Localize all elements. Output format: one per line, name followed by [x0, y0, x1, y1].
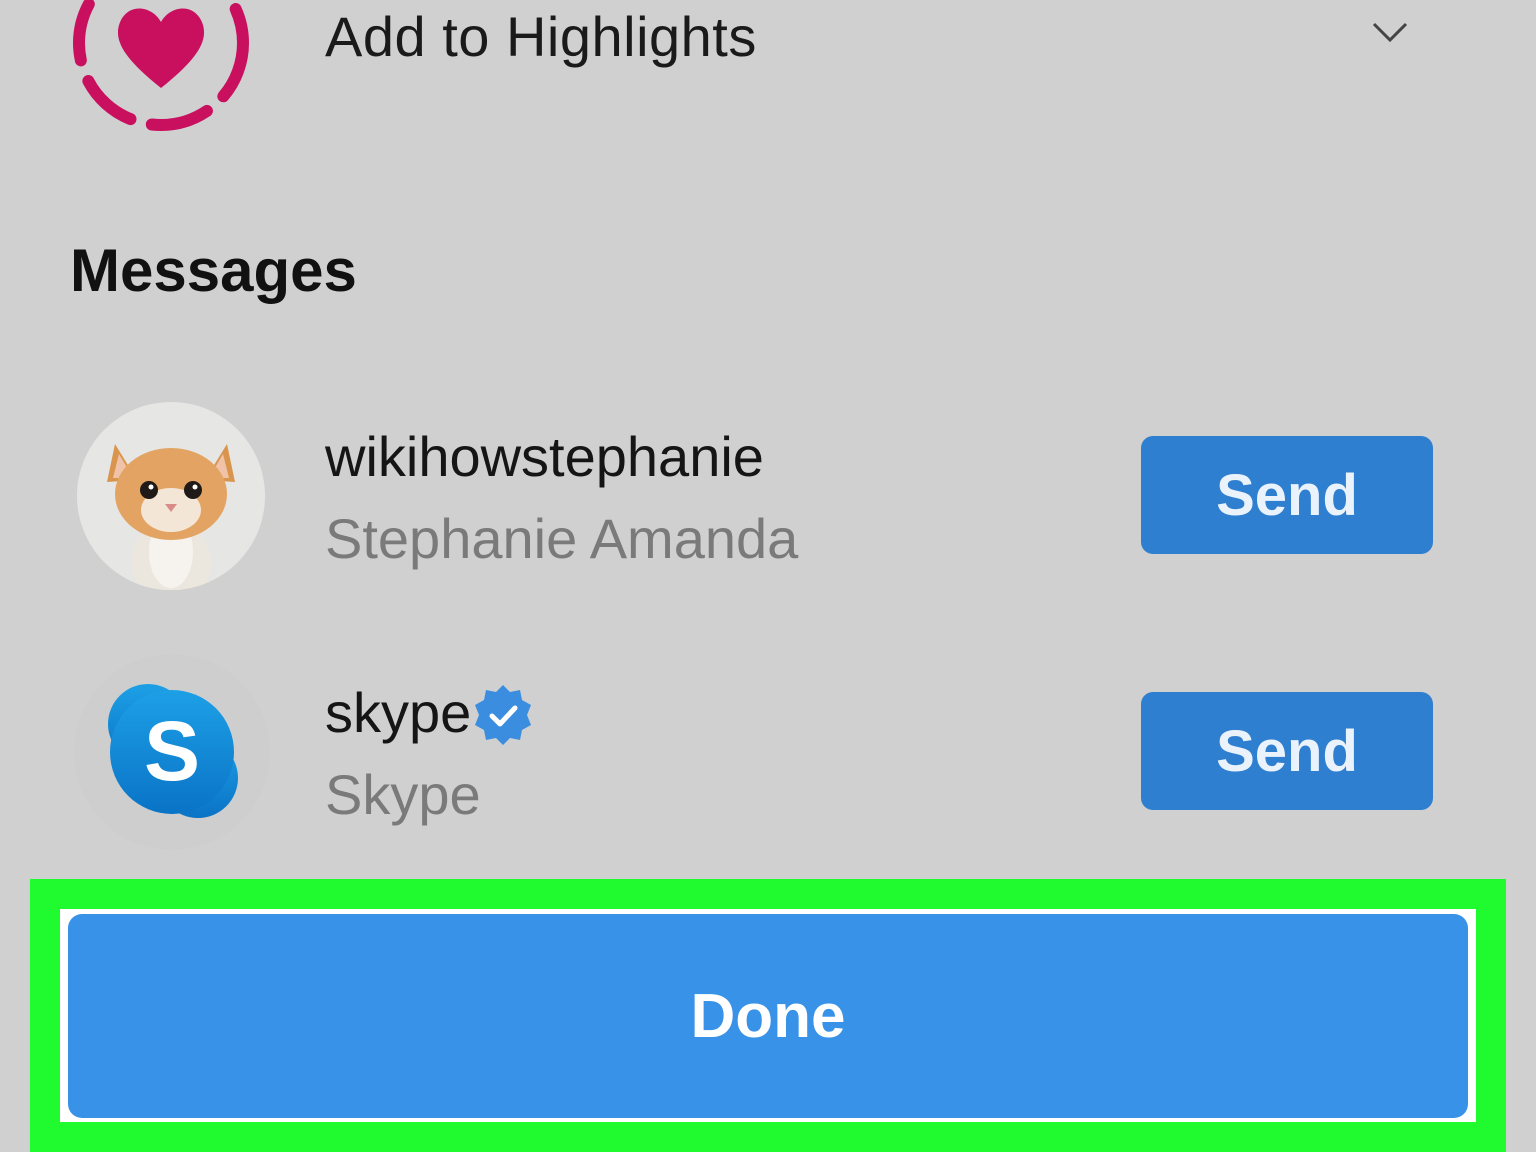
send-button[interactable]: Send [1141, 692, 1433, 810]
username-text: wikihowstephanie [325, 425, 764, 488]
contact-username: skype [325, 680, 535, 745]
done-button[interactable]: Done [68, 914, 1468, 1118]
avatar [77, 402, 265, 590]
contact-row: S skype Skype Send [0, 652, 1536, 852]
username-text: skype [325, 681, 472, 744]
share-sheet: Add to Highlights Messages wikihowstepha… [0, 0, 1536, 1152]
contact-username: wikihowstephanie [325, 424, 764, 489]
send-button[interactable]: Send [1141, 436, 1433, 554]
contact-row: wikihowstephanie Stephanie Amanda Send [0, 396, 1536, 596]
skype-logo-icon: S [74, 684, 270, 854]
messages-heading: Messages [70, 237, 357, 304]
verified-badge-icon [471, 683, 535, 747]
avatar: S [74, 654, 270, 850]
contact-full-name: Stephanie Amanda [325, 507, 799, 570]
svg-text:S: S [144, 704, 200, 798]
contact-full-name: Skype [325, 763, 481, 826]
chevron-down-icon[interactable] [1370, 18, 1410, 48]
add-to-highlights-row[interactable]: Add to Highlights [0, 0, 1536, 140]
add-to-highlights-label: Add to Highlights [325, 5, 757, 68]
heart-icon [66, 0, 256, 138]
